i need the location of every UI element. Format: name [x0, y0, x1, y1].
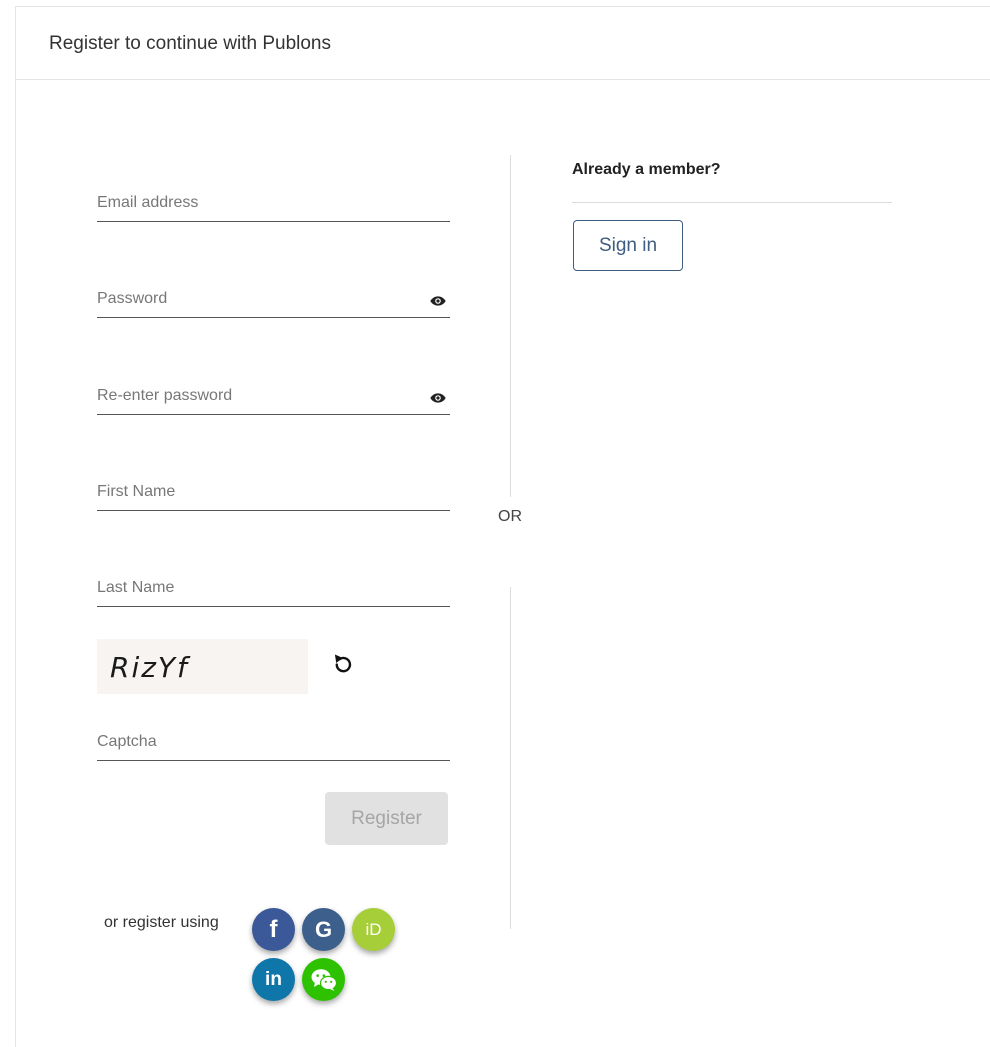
- reenter-password-field-wrapper: [97, 380, 450, 415]
- register-card: Register to continue with Publons RizYf: [15, 6, 990, 1047]
- vertical-divider-top: [510, 155, 511, 497]
- orcid-icon: iD: [365, 919, 382, 939]
- email-field-wrapper: [97, 187, 450, 222]
- captcha-input[interactable]: [97, 730, 417, 754]
- captcha-image-text: RizYf: [110, 651, 189, 684]
- orcid-button[interactable]: iD: [352, 908, 395, 951]
- last-name-field-wrapper: [97, 572, 450, 607]
- password-field-wrapper: [97, 283, 450, 318]
- email-input[interactable]: [97, 191, 417, 215]
- first-name-field-wrapper: [97, 476, 450, 511]
- already-member-heading: Already a member?: [572, 161, 721, 178]
- first-name-input[interactable]: [97, 480, 417, 504]
- google-button[interactable]: G: [302, 908, 345, 951]
- card-header: Register to continue with Publons: [16, 7, 990, 80]
- member-divider: [572, 202, 892, 203]
- reenter-password-input[interactable]: [97, 384, 417, 408]
- google-icon: G: [314, 916, 333, 942]
- show-password-eye-icon[interactable]: [430, 294, 446, 308]
- refresh-captcha-icon[interactable]: [332, 653, 354, 677]
- or-register-using-label: or register using: [104, 914, 219, 931]
- vertical-divider-bottom: [510, 587, 511, 929]
- captcha-image: RizYf: [97, 639, 308, 694]
- register-button[interactable]: Register: [325, 792, 448, 845]
- show-reenter-password-eye-icon[interactable]: [430, 391, 446, 405]
- last-name-input[interactable]: [97, 576, 417, 600]
- password-input[interactable]: [97, 287, 417, 311]
- linkedin-icon: in: [265, 968, 282, 990]
- wechat-button[interactable]: [302, 958, 345, 1001]
- page-title: Register to continue with Publons: [49, 33, 331, 54]
- captcha-field-wrapper: [97, 726, 450, 761]
- facebook-icon: f: [269, 915, 278, 943]
- sign-in-button[interactable]: Sign in: [573, 220, 683, 271]
- or-divider-label: OR: [498, 508, 522, 525]
- linkedin-button[interactable]: in: [252, 958, 295, 1001]
- wechat-icon: [311, 968, 337, 991]
- facebook-button[interactable]: f: [252, 908, 295, 951]
